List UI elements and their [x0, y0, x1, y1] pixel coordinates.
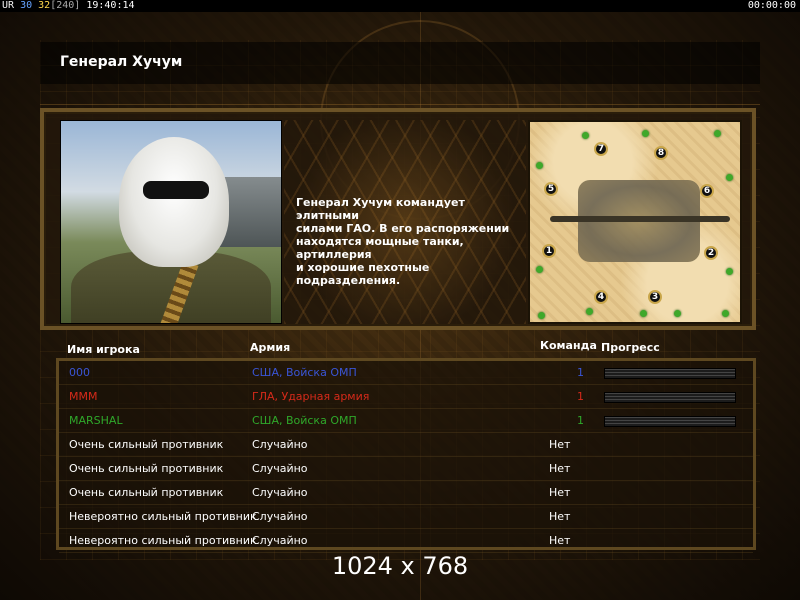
tree-icon — [538, 312, 545, 319]
player-name[interactable]: Невероятно сильный противник — [69, 529, 257, 553]
tree-icon — [726, 174, 733, 181]
header-team: Команда — [540, 339, 597, 352]
player-team[interactable]: Нет — [549, 505, 570, 529]
page-title: Генерал Хучум — [60, 54, 183, 70]
table-row[interactable]: MARSHAL США, Войска ОМП 1 — [59, 409, 753, 433]
table-row[interactable]: 000 США, Войска ОМП 1 — [59, 361, 753, 385]
player-army[interactable]: США, Войска ОМП — [252, 361, 357, 385]
tree-icon — [586, 308, 593, 315]
player-name[interactable]: MARSHAL — [69, 409, 123, 433]
player-name[interactable]: Очень сильный противник — [69, 481, 223, 505]
status-ur: UR — [2, 0, 15, 11]
start-spot-4[interactable]: 4 — [594, 290, 608, 304]
player-name[interactable]: 000 — [69, 361, 90, 385]
start-spot-3[interactable]: 3 — [648, 290, 662, 304]
player-team[interactable]: 1 — [577, 385, 584, 409]
player-name[interactable]: МММ — [69, 385, 97, 409]
status-bracket: [240] — [50, 0, 81, 11]
tree-icon — [674, 310, 681, 317]
player-name[interactable]: Невероятно сильный противник — [69, 505, 257, 529]
portrait-head — [119, 137, 229, 267]
tree-icon — [536, 266, 543, 273]
general-portrait — [60, 120, 282, 324]
status-clock: 19:40:14 — [86, 0, 135, 11]
map-ridge — [550, 216, 730, 222]
start-spot-7[interactable]: 7 — [594, 142, 608, 156]
table-row[interactable]: Очень сильный противник Случайно Нет — [59, 481, 753, 505]
table-row[interactable]: Невероятно сильный противник Случайно Нет — [59, 505, 753, 529]
player-team[interactable]: 1 — [577, 361, 584, 385]
player-army[interactable]: Случайно — [252, 481, 308, 505]
status-value-2: 32 — [38, 0, 51, 11]
player-team[interactable]: 1 — [577, 409, 584, 433]
status-value-1: 30 — [20, 0, 33, 11]
start-spot-6[interactable]: 6 — [700, 184, 714, 198]
player-name[interactable]: Очень сильный противник — [69, 457, 223, 481]
resolution-label: 1024 x 768 — [331, 552, 469, 580]
player-progress-bar — [604, 368, 736, 379]
tree-icon — [714, 130, 721, 137]
table-body: 000 США, Войска ОМП 1 МММ ГЛА, Ударная армия… — [56, 358, 756, 553]
players-table: Имя игрока Армия Команда Прогресс 000 США… — [40, 332, 756, 556]
table-row[interactable]: Очень сильный противник Случайно Нет — [59, 433, 753, 457]
status-left: UR 30 32[240] 19:40:14 — [2, 0, 135, 12]
table-row[interactable]: Очень сильный противник Случайно Нет — [59, 457, 753, 481]
crosshair-horizontal — [40, 104, 760, 105]
start-spot-1[interactable]: 1 — [542, 244, 556, 258]
tree-icon — [536, 162, 543, 169]
status-timer: 00:00:00 — [747, 0, 796, 11]
player-army[interactable]: США, Войска ОМП — [252, 409, 357, 433]
player-army[interactable]: Случайно — [252, 457, 308, 481]
player-team[interactable]: Нет — [549, 433, 570, 457]
tree-icon — [642, 130, 649, 137]
start-spot-5[interactable]: 5 — [544, 182, 558, 196]
tree-icon — [726, 268, 733, 275]
start-spot-8[interactable]: 8 — [654, 146, 668, 160]
table-row[interactable]: МММ ГЛА, Ударная армия 1 — [59, 385, 753, 409]
start-spot-2[interactable]: 2 — [704, 246, 718, 260]
portrait-sunglasses — [143, 181, 209, 199]
general-description: Генерал Хучум командует элитными силами … — [296, 196, 510, 287]
tree-icon — [722, 310, 729, 317]
tree-icon — [582, 132, 589, 139]
header-player: Имя игрока — [67, 343, 140, 356]
status-bar: UR 30 32[240] 19:40:14 00:00:00 — [0, 0, 800, 12]
player-army[interactable]: ГЛА, Ударная армия — [252, 385, 369, 409]
player-progress-bar — [604, 392, 736, 403]
player-name[interactable]: Очень сильный противник — [69, 433, 223, 457]
header-progress: Прогресс — [601, 341, 660, 354]
player-army[interactable]: Случайно — [252, 529, 308, 553]
title-bar: Генерал Хучум — [40, 42, 760, 84]
map-preview: 1 2 3 4 5 6 7 8 — [528, 120, 742, 324]
player-army[interactable]: Случайно — [252, 505, 308, 529]
player-team[interactable]: Нет — [549, 481, 570, 505]
general-info-panel: Генерал Хучум командует элитными силами … — [40, 108, 756, 330]
table-row[interactable]: Невероятно сильный противник Случайно Нет — [59, 529, 753, 553]
player-army[interactable]: Случайно — [252, 433, 308, 457]
header-army: Армия — [250, 341, 291, 354]
tree-icon — [640, 310, 647, 317]
player-team[interactable]: Нет — [549, 529, 570, 553]
player-progress-bar — [604, 416, 736, 427]
table-header: Имя игрока Армия Команда Прогресс — [40, 332, 756, 358]
player-team[interactable]: Нет — [549, 457, 570, 481]
